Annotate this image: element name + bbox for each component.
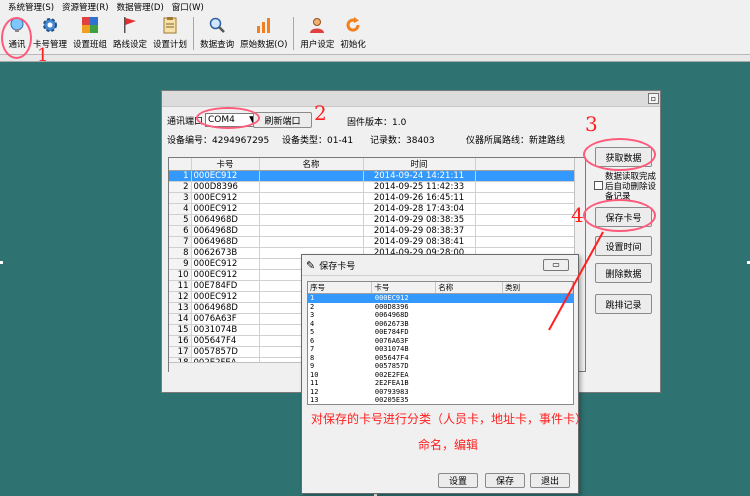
annotation-note-line1: 对保存的卡号进行分类（人员卡，地址卡，事件卡）	[311, 412, 588, 426]
annotation-note-line2: 命名，编辑	[418, 438, 479, 452]
